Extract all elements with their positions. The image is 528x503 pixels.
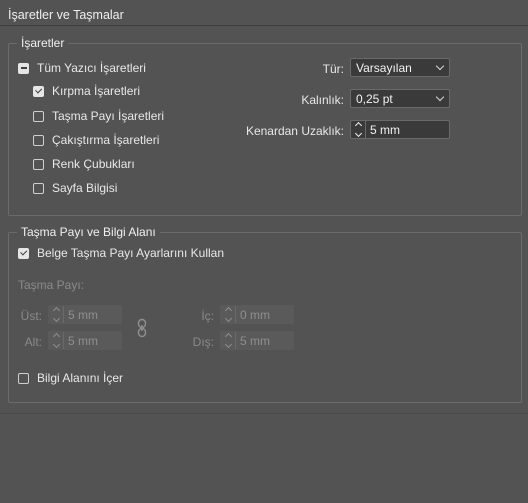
checked-checkbox-icon xyxy=(18,247,29,259)
weight-label: Kalınlık: xyxy=(301,93,344,107)
bleed-label: Taşma Payı: xyxy=(18,278,85,292)
bleed-legend: Taşma Payı ve Bilgi Alanı xyxy=(21,225,156,239)
marks-legend: İşaretler xyxy=(21,36,65,50)
registration-marks-label: Çakıştırma İşaretleri xyxy=(52,133,160,147)
stepper-arrows-icon[interactable] xyxy=(49,332,64,349)
bleed-top-stepper[interactable]: 5 mm xyxy=(48,305,122,324)
inside-label: İç: xyxy=(201,309,214,323)
stepper-arrows-icon[interactable] xyxy=(351,121,366,138)
bleed-outside-value: 5 mm xyxy=(240,333,270,348)
type-label: Tür: xyxy=(322,62,344,76)
chevron-down-icon xyxy=(435,61,445,71)
bleed-inside-value: 0 mm xyxy=(240,307,270,322)
chevron-down-icon xyxy=(435,92,445,102)
stepper-arrows-icon[interactable] xyxy=(221,306,236,323)
top-label: Üst: xyxy=(20,309,42,323)
use-document-bleed-label: Belge Taşma Payı Ayarlarını Kullan xyxy=(37,246,224,260)
all-printer-marks-checkbox[interactable]: Tüm Yazıcı İşaretleri xyxy=(18,61,146,75)
bleed-bottom-stepper[interactable]: 5 mm xyxy=(48,331,122,350)
color-bars-label: Renk Çubukları xyxy=(52,157,135,171)
crop-marks-label: Kırpma İşaretleri xyxy=(52,84,141,98)
include-slug-label: Bilgi Alanını İçer xyxy=(37,371,124,385)
outside-label: Dış: xyxy=(192,335,214,349)
offset-label: Kenardan Uzaklık: xyxy=(245,124,344,138)
mixed-checkbox-icon xyxy=(18,62,29,74)
bleed-inside-stepper[interactable]: 0 mm xyxy=(220,305,294,324)
stepper-arrows-icon[interactable] xyxy=(221,332,236,349)
bleed-outside-stepper[interactable]: 5 mm xyxy=(220,331,294,350)
page-info-label: Sayfa Bilgisi xyxy=(52,181,118,195)
checkbox-icon xyxy=(33,110,44,122)
weight-value: 0,25 pt xyxy=(356,91,393,106)
checkbox-icon xyxy=(33,182,44,194)
page-info-checkbox[interactable]: Sayfa Bilgisi xyxy=(33,181,117,195)
title-divider xyxy=(0,25,528,26)
stepper-arrows-icon[interactable] xyxy=(49,306,64,323)
use-document-bleed-checkbox[interactable]: Belge Taşma Payı Ayarlarını Kullan xyxy=(18,246,224,260)
bottom-divider xyxy=(0,413,528,414)
include-slug-checkbox[interactable]: Bilgi Alanını İçer xyxy=(18,371,123,385)
offset-value: 5 mm xyxy=(370,122,400,137)
bottom-label: Alt: xyxy=(24,335,42,349)
checkbox-icon xyxy=(33,134,44,146)
crop-marks-checkbox[interactable]: Kırpma İşaretleri xyxy=(33,84,140,98)
offset-stepper[interactable]: 5 mm xyxy=(350,120,450,139)
all-printer-marks-label: Tüm Yazıcı İşaretleri xyxy=(37,61,146,75)
checkbox-icon xyxy=(18,372,29,384)
color-bars-checkbox[interactable]: Renk Çubukları xyxy=(33,157,135,171)
dialog-title: İşaretler ve Taşmalar xyxy=(8,8,124,22)
checked-checkbox-icon xyxy=(33,85,44,97)
bleed-marks-label: Taşma Payı İşaretleri xyxy=(52,109,165,123)
registration-marks-checkbox[interactable]: Çakıştırma İşaretleri xyxy=(33,133,159,147)
weight-select[interactable]: 0,25 pt xyxy=(350,89,450,108)
bleed-marks-checkbox[interactable]: Taşma Payı İşaretleri xyxy=(33,109,164,123)
checkbox-icon xyxy=(33,158,44,170)
type-value: Varsayılan xyxy=(356,60,412,75)
bleed-top-value: 5 mm xyxy=(68,307,98,322)
chain-link-icon[interactable] xyxy=(136,318,148,341)
bleed-bottom-value: 5 mm xyxy=(68,333,98,348)
type-select[interactable]: Varsayılan xyxy=(350,58,450,77)
